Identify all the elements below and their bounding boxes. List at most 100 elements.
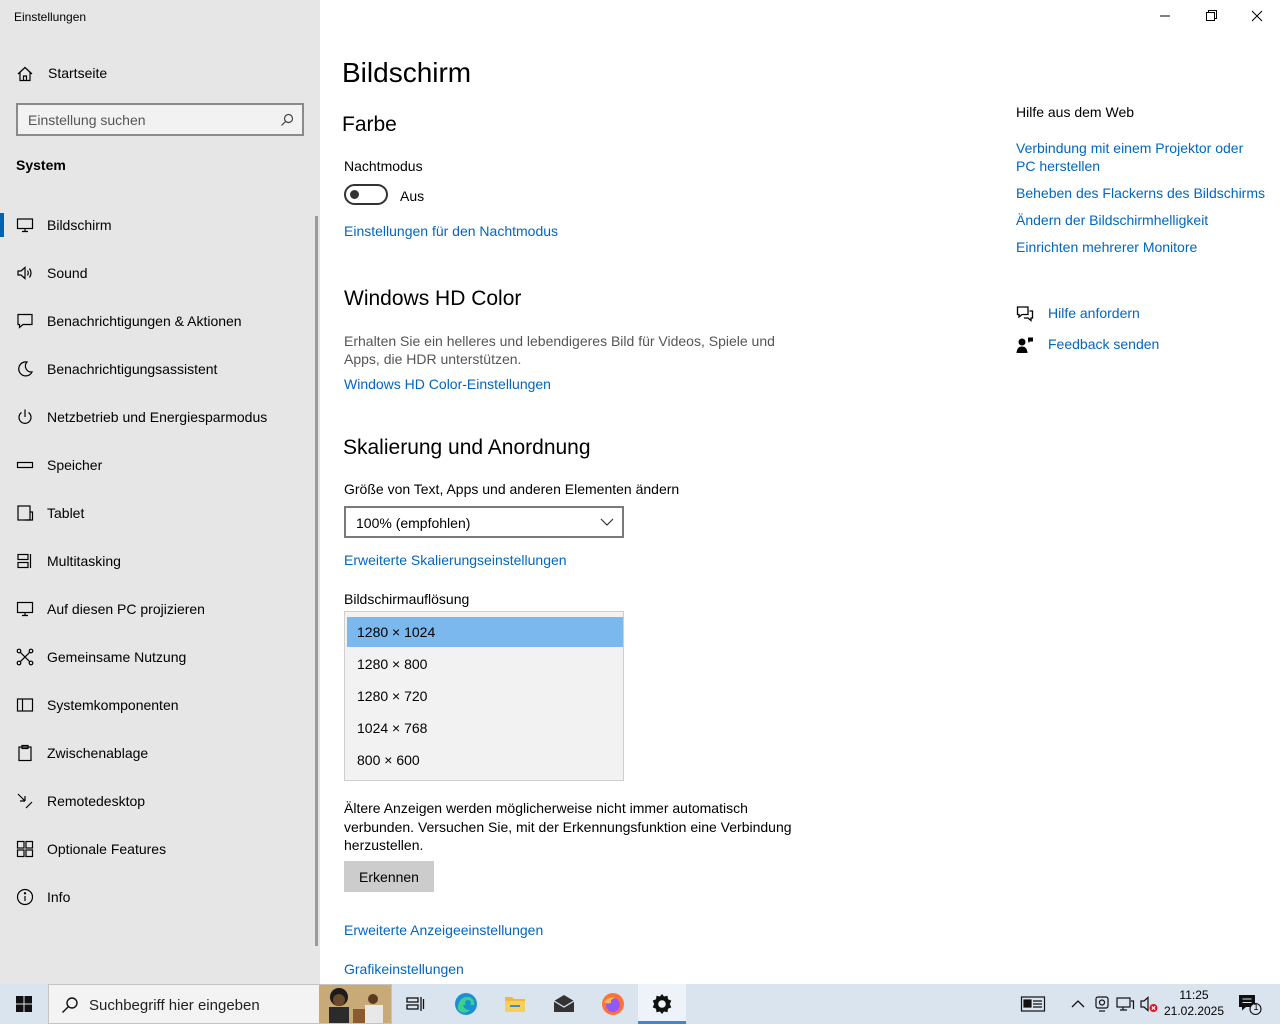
sidebar-item-bildschirm[interactable]: Bildschirm: [0, 205, 314, 245]
start-button[interactable]: [0, 984, 48, 1024]
notification-count: 1: [1253, 1002, 1259, 1012]
resolution-option[interactable]: 800 × 600: [347, 745, 623, 775]
page-title: Bildschirm: [342, 57, 472, 88]
resolution-option-label: 1024 × 768: [357, 720, 428, 736]
resolution-option[interactable]: 1280 × 720: [347, 681, 623, 711]
sidebar-item-label: Remotedesktop: [47, 793, 146, 809]
task-view-button[interactable]: [392, 984, 440, 1024]
help-link-flicker[interactable]: Beheben des Flackerns des Bildschirms: [1016, 184, 1265, 202]
project-icon: [16, 601, 34, 617]
sidebar-item-zwischenablage[interactable]: Zwischenablage: [0, 733, 314, 773]
advanced-scaling-link[interactable]: Erweiterte Skalierungseinstellungen: [344, 552, 567, 568]
show-hidden-icons-button[interactable]: [1068, 994, 1088, 1014]
edge-button[interactable]: [442, 984, 490, 1024]
active-indicator: [0, 213, 4, 237]
sidebar-item-multitasking[interactable]: Multitasking: [0, 541, 314, 581]
sidebar-item-benachrichtigungsassistent[interactable]: Benachrichtigungsassistent: [0, 349, 314, 389]
action-center-button[interactable]: 1: [1237, 994, 1263, 1016]
sidebar-item-systemkomponenten[interactable]: Systemkomponenten: [0, 685, 314, 725]
help-heading: Hilfe aus dem Web: [1016, 104, 1135, 120]
resolution-option[interactable]: 1280 × 1024: [347, 617, 623, 647]
resolution-option-label: 1280 × 800: [357, 656, 428, 672]
restore-button[interactable]: [1188, 4, 1234, 28]
scale-label: Größe von Text, Apps und anderen Element…: [344, 481, 680, 497]
minimize-button[interactable]: [1142, 4, 1188, 28]
get-help-label: Hilfe anfordern: [1048, 305, 1140, 321]
speaker-icon: [17, 266, 32, 280]
section-heading-farbe: Farbe: [342, 113, 397, 136]
firefox-icon: [602, 993, 624, 1015]
meet-now-button[interactable]: [1092, 994, 1112, 1014]
resolution-label: Bildschirmauflösung: [344, 591, 470, 607]
close-icon: [1251, 10, 1263, 22]
sidebar-item-gemeinsame-nutzung[interactable]: Gemeinsame Nutzung: [0, 637, 314, 677]
webcam-icon: [1095, 996, 1109, 1012]
advanced-display-settings-link[interactable]: Erweiterte Anzeigeeinstellungen: [344, 922, 543, 938]
info-icon: [16, 888, 34, 906]
sidebar-item-sound[interactable]: Sound: [0, 253, 314, 293]
sidebar-item-label: Optionale Features: [47, 841, 167, 857]
taskbar-search-box[interactable]: Suchbegriff hier eingeben: [48, 984, 392, 1024]
help-link-brightness[interactable]: Ändern der Bildschirmhelligkeit: [1016, 211, 1208, 229]
section-heading-hd-color: Windows HD Color: [344, 287, 522, 310]
home-icon: [17, 66, 33, 82]
news-widget-button[interactable]: [1020, 994, 1046, 1014]
sidebar-item-label: Benachrichtigungsassistent: [47, 361, 218, 377]
detect-button[interactable]: Erkennen: [344, 861, 434, 892]
resolution-option[interactable]: 1280 × 800: [347, 649, 623, 679]
sidebar-home[interactable]: Startseite: [0, 56, 320, 90]
sidebar-item-netzbetrieb[interactable]: Netzbetrieb und Energiesparmodus: [0, 397, 314, 437]
network-icon: [1116, 997, 1135, 1011]
help-link-projector[interactable]: Verbindung mit einem Projektor oder PC h…: [1016, 139, 1266, 175]
sidebar-item-speicher[interactable]: Speicher: [0, 445, 314, 485]
get-help-link[interactable]: Hilfe anfordern: [1016, 303, 1216, 325]
hd-color-description: Erhalten Sie ein helleres und lebendiger…: [344, 333, 775, 367]
sidebar-item-optionale-features[interactable]: Optionale Features: [0, 829, 314, 869]
clock-time: 11:25: [1179, 988, 1209, 1002]
clock-date: 21.02.2025: [1163, 1004, 1225, 1018]
file-explorer-icon: [505, 997, 525, 1012]
resolution-option-label: 1280 × 1024: [357, 624, 436, 640]
chevron-down-icon: [600, 518, 614, 526]
sidebar-item-label: Netzbetrieb und Energiesparmodus: [47, 409, 268, 425]
resolution-dropdown-list: 1280 × 1024 1280 × 800 1280 × 720 1024 ×…: [344, 611, 624, 781]
night-mode-state: Aus: [400, 188, 425, 204]
share-icon: [16, 648, 34, 666]
volume-button[interactable]: [1139, 994, 1159, 1014]
send-feedback-link[interactable]: Feedback senden: [1016, 334, 1216, 356]
help-link-multiple-monitors[interactable]: Einrichten mehrerer Monitore: [1016, 238, 1197, 256]
scale-dropdown-value: 100% (empfohlen): [356, 515, 471, 531]
sidebar-item-label: Bildschirm: [47, 217, 112, 233]
sidebar-item-info[interactable]: Info: [0, 877, 314, 917]
resolution-option[interactable]: 1024 × 768: [347, 713, 623, 743]
sidebar-item-label: Systemkomponenten: [47, 697, 179, 713]
minimize-icon: [1160, 15, 1170, 17]
mail-button[interactable]: [540, 984, 588, 1024]
scale-dropdown[interactable]: 100% (empfohlen): [344, 506, 624, 538]
taskbar: Suchbegriff hier eingeben 11:25 21.02.20…: [0, 984, 1280, 1024]
sidebar-item-remotedesktop[interactable]: Remotedesktop: [0, 781, 314, 821]
taskbar-clock[interactable]: 11:25 21.02.2025: [1160, 987, 1228, 1019]
settings-search-placeholder: Einstellung suchen: [28, 112, 146, 128]
sidebar-item-benachrichtigungen[interactable]: Benachrichtigungen & Aktionen: [0, 301, 314, 341]
section-heading-skalierung: Skalierung und Anordnung: [343, 436, 591, 459]
hd-color-settings-link[interactable]: Windows HD Color-Einstellungen: [344, 376, 551, 392]
network-button[interactable]: [1115, 994, 1135, 1014]
sidebar-scrollbar[interactable]: [315, 216, 318, 946]
components-icon: [16, 698, 34, 712]
settings-button[interactable]: [638, 984, 686, 1024]
settings-search-input[interactable]: Einstellung suchen: [16, 103, 304, 136]
close-button[interactable]: [1234, 4, 1280, 28]
night-mode-settings-link[interactable]: Einstellungen für den Nachtmodus: [344, 223, 558, 239]
sidebar-item-projizieren[interactable]: Auf diesen PC projizieren: [0, 589, 314, 629]
graphics-settings-link[interactable]: Grafikeinstellungen: [344, 961, 464, 977]
night-mode-toggle[interactable]: [344, 184, 388, 205]
toggle-knob: [350, 190, 359, 199]
remote-icon: [17, 793, 33, 809]
mail-icon: [553, 995, 575, 1012]
sidebar-item-tablet[interactable]: Tablet: [0, 493, 314, 533]
file-explorer-button[interactable]: [491, 984, 539, 1024]
firefox-button[interactable]: [589, 984, 637, 1024]
feedback-person-icon: [1016, 337, 1033, 353]
help-chat-icon: [1016, 306, 1034, 322]
